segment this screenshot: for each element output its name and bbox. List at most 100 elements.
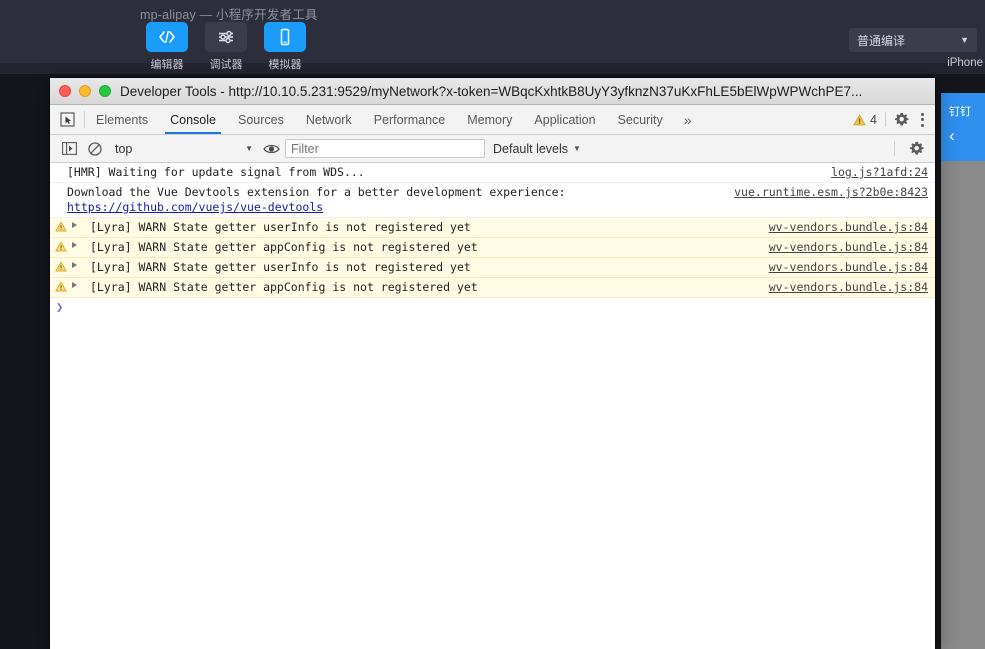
devtools-tabbar: Elements Console Sources Network Perform… — [50, 105, 935, 135]
console-levels-select[interactable]: Default levels ▼ — [493, 142, 581, 156]
compile-mode-value: 普通编译 — [857, 33, 906, 48]
ide-tool-debugger[interactable]: 调试器 — [205, 22, 247, 72]
tab-network-label: Network — [305, 112, 352, 127]
tab-network[interactable]: Network — [295, 105, 363, 134]
console-filter-input[interactable] — [285, 139, 485, 158]
phone-icon — [264, 22, 306, 52]
simulator-panel: iPhone 钉钉 ‹ — [933, 57, 985, 649]
maximize-icon[interactable] — [99, 85, 111, 97]
console-source-link[interactable]: wv-vendors.bundle.js:84 — [769, 220, 928, 235]
tab-security-label: Security — [617, 112, 663, 127]
tab-sources-label: Sources — [237, 112, 284, 127]
ide-tool-debugger-label: 调试器 — [209, 59, 243, 71]
settings-gear-icon[interactable] — [894, 112, 909, 127]
console-row-hmr[interactable]: [HMR] Waiting for update signal from WDS… — [50, 163, 935, 183]
tab-application[interactable]: Application — [523, 105, 606, 134]
console-context-select[interactable]: top ▼ — [109, 139, 257, 158]
tab-memory[interactable]: Memory — [456, 105, 523, 134]
ide-left-pane — [0, 74, 44, 649]
console-prompt[interactable]: ❯ — [50, 298, 935, 320]
console-source-link[interactable]: wv-vendors.bundle.js:84 — [769, 260, 928, 275]
console-row-warning[interactable]: [Lyra] WARN State getter userInfo is not… — [50, 218, 935, 238]
filterbar-divider-4 — [894, 141, 895, 156]
ide-tool-editor-label: 编辑器 — [150, 59, 184, 71]
console-message-text: Download the Vue Devtools extension for … — [67, 185, 566, 199]
tab-security[interactable]: Security — [607, 105, 674, 134]
expand-arrow-icon[interactable] — [72, 282, 77, 288]
compile-mode-select[interactable]: 普通编译 ▼ — [849, 28, 977, 52]
actions-divider — [885, 112, 886, 127]
devtools-window: Developer Tools - http://10.10.5.231:952… — [50, 78, 935, 649]
tab-sources[interactable]: Sources — [227, 105, 295, 134]
minimize-icon[interactable] — [79, 85, 91, 97]
tab-elements[interactable]: Elements — [85, 105, 159, 134]
tab-performance-label: Performance — [373, 112, 446, 127]
warning-triangle-icon — [55, 281, 67, 296]
simulator-nav-title: 钉钉 — [949, 106, 971, 118]
devtools-titlebar[interactable]: Developer Tools - http://10.10.5.231:952… — [50, 78, 935, 105]
console-message-text: [HMR] Waiting for update signal from WDS… — [67, 165, 365, 179]
live-expression-eye-icon[interactable] — [258, 135, 284, 162]
simulator-device-label: iPhone — [947, 57, 983, 69]
devtools-window-title: Developer Tools - http://10.10.5.231:952… — [120, 83, 863, 99]
filterbar-actions — [894, 135, 929, 162]
close-icon[interactable] — [59, 85, 71, 97]
console-message-link[interactable]: https://github.com/vuejs/vue-devtools — [67, 200, 735, 215]
expand-arrow-icon[interactable] — [72, 262, 77, 268]
ide-topbar: mp-alipay — 小程序开发者工具 编辑器 调试器 模拟器 普通编译 ▼ — [0, 0, 985, 74]
warning-triangle-icon — [55, 261, 67, 276]
ide-tool-group: 编辑器 调试器 模拟器 — [146, 22, 306, 72]
code-icon — [146, 22, 188, 52]
console-message-list[interactable]: [HMR] Waiting for update signal from WDS… — [50, 163, 935, 649]
tab-elements-label: Elements — [96, 112, 149, 127]
screen-root: mp-alipay — 小程序开发者工具 编辑器 调试器 模拟器 普通编译 ▼ … — [0, 0, 985, 649]
tab-performance[interactable]: Performance — [363, 105, 457, 134]
console-message-text: [Lyra] WARN State getter appConfig is no… — [90, 240, 478, 254]
console-row-warning[interactable]: [Lyra] WARN State getter userInfo is not… — [50, 258, 935, 278]
tab-application-label: Application — [534, 112, 596, 127]
console-filter-bar: top ▼ Default levels ▼ — [50, 135, 935, 163]
console-message-text: [Lyra] WARN State getter userInfo is not… — [90, 260, 471, 274]
chevron-down-icon: ▼ — [245, 144, 253, 153]
devtools-tabbar-actions: 4 — [853, 105, 935, 134]
tab-console-label: Console — [170, 112, 216, 127]
console-source-link[interactable]: log.js?1afd:24 — [831, 165, 928, 180]
console-row-warning[interactable]: [Lyra] WARN State getter appConfig is no… — [50, 238, 935, 258]
inspect-element-icon[interactable] — [50, 105, 84, 134]
simulator-navbar: 钉钉 ‹ — [941, 93, 985, 161]
simulator-screen: 钉钉 ‹ — [941, 93, 985, 649]
console-levels-value: Default levels — [493, 141, 569, 156]
console-source-link[interactable]: wv-vendors.bundle.js:84 — [769, 280, 928, 295]
ide-tool-simulator-label: 模拟器 — [268, 59, 302, 71]
expand-arrow-icon[interactable] — [72, 242, 77, 248]
warning-triangle-icon — [55, 241, 67, 256]
ide-tool-editor[interactable]: 编辑器 — [146, 22, 188, 72]
chevron-down-icon: ▼ — [573, 144, 581, 153]
sliders-icon — [205, 22, 247, 52]
console-row-vue-devtools[interactable]: Download the Vue Devtools extension for … — [50, 183, 935, 218]
console-message-text: [Lyra] WARN State getter userInfo is not… — [90, 220, 471, 234]
window-controls — [59, 85, 111, 97]
chevron-down-icon: ▼ — [960, 35, 969, 45]
more-options-icon[interactable] — [917, 112, 928, 127]
warning-badge[interactable]: 4 — [853, 113, 877, 127]
expand-arrow-icon[interactable] — [72, 222, 77, 228]
console-source-link[interactable]: wv-vendors.bundle.js:84 — [769, 240, 928, 255]
console-row-warning[interactable]: [Lyra] WARN State getter appConfig is no… — [50, 278, 935, 298]
ide-tool-simulator[interactable]: 模拟器 — [264, 22, 306, 72]
tab-console[interactable]: Console — [159, 105, 227, 134]
warning-triangle-icon — [55, 221, 67, 236]
prompt-caret-icon: ❯ — [56, 300, 64, 314]
clear-console-icon[interactable] — [82, 135, 108, 162]
warning-triangle-icon — [853, 114, 866, 125]
console-message-text: [Lyra] WARN State getter appConfig is no… — [90, 280, 478, 294]
console-settings-gear-icon[interactable] — [903, 135, 929, 162]
tab-memory-label: Memory — [467, 112, 513, 127]
ide-window-title: mp-alipay — 小程序开发者工具 — [140, 8, 318, 22]
more-tabs-icon[interactable]: » — [674, 105, 702, 134]
console-context-value: top — [115, 141, 133, 156]
console-sidebar-toggle-icon[interactable] — [56, 135, 82, 162]
console-source-link[interactable]: vue.runtime.esm.js?2b0e:8423 — [734, 185, 928, 200]
chevron-left-icon[interactable]: ‹ — [949, 127, 955, 144]
warning-count-label: 4 — [870, 112, 877, 127]
